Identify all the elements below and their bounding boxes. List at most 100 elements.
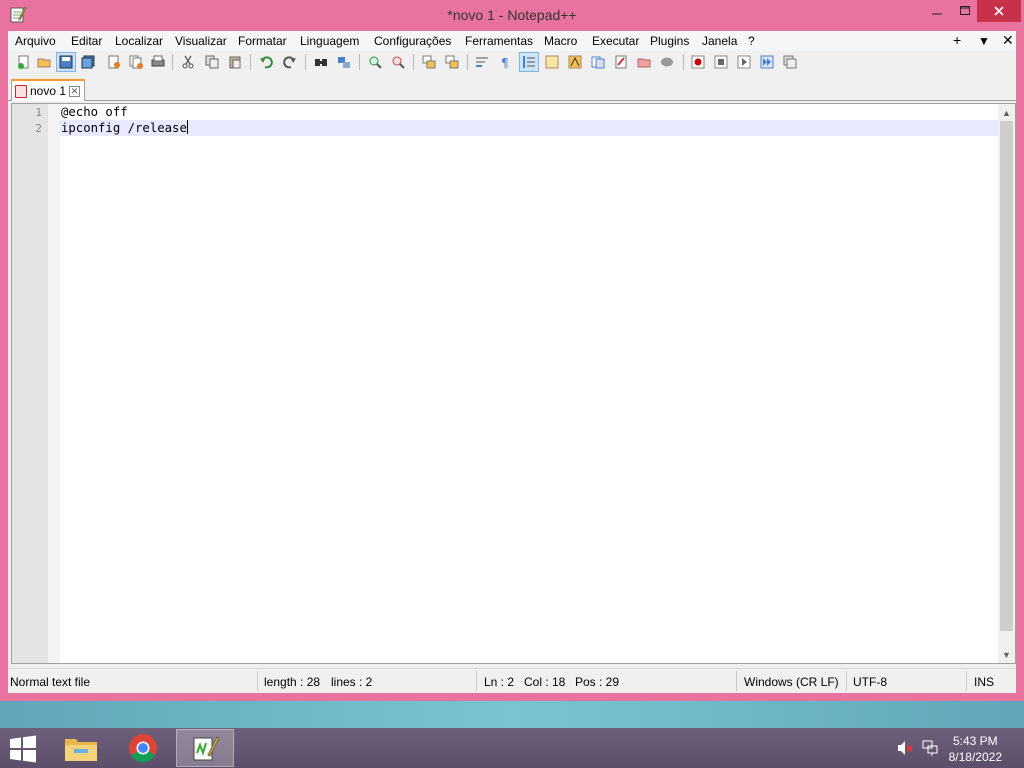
scroll-down-arrow-icon[interactable]: ▼ xyxy=(998,646,1015,663)
close-window-button[interactable] xyxy=(977,0,1021,22)
close-doc-button[interactable]: ✕ xyxy=(1002,32,1014,49)
panel-button[interactable] xyxy=(634,52,654,72)
scroll-thumb[interactable] xyxy=(1000,121,1013,631)
volume-muted-icon[interactable] xyxy=(896,739,914,757)
status-divider xyxy=(846,671,847,691)
menu-formatar[interactable]: Formatar xyxy=(238,34,287,48)
doc-map-button[interactable] xyxy=(565,52,585,72)
status-file-type: Normal text file xyxy=(10,675,91,689)
windows-start-icon[interactable] xyxy=(8,734,38,764)
menu-visualizar[interactable]: Visualizar xyxy=(175,34,227,48)
print-button[interactable] xyxy=(148,52,168,72)
code-line-current[interactable]: ipconfig /release xyxy=(60,120,1000,136)
stop-record-button[interactable] xyxy=(711,52,731,72)
status-divider xyxy=(476,671,477,691)
editor-area[interactable]: 1 2 @echo off ipconfig /release ▲ ▼ xyxy=(11,103,1016,664)
notepadpp-window: *novo 1 - Notepad++ Arquivo Editar Local… xyxy=(0,0,1024,701)
function-list-icon xyxy=(591,56,605,69)
line-number: 2 xyxy=(35,122,42,135)
menu-plugins[interactable]: Plugins xyxy=(650,34,689,48)
menu-localizar[interactable]: Localizar xyxy=(115,34,163,48)
monitoring-button[interactable] xyxy=(657,52,677,72)
find-button[interactable] xyxy=(311,52,331,72)
word-wrap-button[interactable] xyxy=(472,52,492,72)
menu-configuracoes[interactable]: Configurações xyxy=(374,34,451,48)
menu-help[interactable]: ? xyxy=(748,34,755,48)
save-all-button[interactable] xyxy=(78,52,98,72)
show-all-chars-button[interactable]: ¶ xyxy=(495,52,515,72)
indent-guide-button[interactable] xyxy=(519,52,539,72)
minimize-icon xyxy=(932,13,942,15)
taskbar-notepadpp[interactable] xyxy=(176,729,234,767)
sync-horizontal-icon xyxy=(445,55,459,69)
modified-file-icon xyxy=(15,84,27,98)
status-encoding[interactable]: UTF-8 xyxy=(853,675,887,689)
status-eol[interactable]: Windows (CR LF) xyxy=(744,675,839,689)
play-macro-button[interactable] xyxy=(734,52,754,72)
status-insert-mode: INS xyxy=(974,675,995,689)
tab-list-button[interactable]: ▼ xyxy=(978,34,990,48)
menu-editar[interactable]: Editar xyxy=(71,34,102,48)
notepadpp-icon xyxy=(193,736,220,761)
new-file-button[interactable] xyxy=(14,52,34,72)
menu-janela[interactable]: Janela xyxy=(702,34,737,48)
desktop-background xyxy=(0,701,1024,728)
close-all-icon xyxy=(129,55,143,69)
paste-icon xyxy=(229,56,241,69)
replace-button[interactable] xyxy=(334,52,354,72)
tab-novo-1[interactable]: novo 1 ✕ xyxy=(11,79,85,101)
menu-macro[interactable]: Macro xyxy=(544,34,577,48)
code-line[interactable]: @echo off xyxy=(60,104,1000,120)
menu-linguagem[interactable]: Linguagem xyxy=(300,34,359,48)
copy-button[interactable] xyxy=(202,52,222,72)
undo-button[interactable] xyxy=(256,52,276,72)
folder-as-workspace-button[interactable] xyxy=(611,52,631,72)
cut-icon xyxy=(182,55,194,69)
zoom-out-button[interactable] xyxy=(388,52,408,72)
code-text: @echo off xyxy=(61,105,128,119)
open-file-button[interactable] xyxy=(34,52,54,72)
new-tab-button[interactable]: + xyxy=(953,32,961,48)
toolbar-divider xyxy=(413,54,414,70)
paste-button[interactable] xyxy=(225,52,245,72)
taskbar-file-explorer[interactable] xyxy=(52,729,110,767)
stop-record-icon xyxy=(714,55,728,69)
new-file-icon xyxy=(18,55,29,69)
record-macro-button[interactable] xyxy=(688,52,708,72)
vertical-scrollbar[interactable]: ▲ ▼ xyxy=(998,104,1015,663)
menu-executar[interactable]: Executar xyxy=(592,34,639,48)
indent-guide-icon xyxy=(523,56,535,68)
text-caret xyxy=(186,120,188,134)
menu-arquivo[interactable]: Arquivo xyxy=(15,34,56,48)
fold-margin xyxy=(48,104,60,663)
title-bar[interactable]: *novo 1 - Notepad++ xyxy=(0,0,1024,31)
sync-vertical-button[interactable] xyxy=(419,52,439,72)
sync-horizontal-button[interactable] xyxy=(442,52,462,72)
save-button[interactable] xyxy=(56,52,76,72)
word-wrap-icon xyxy=(476,57,488,67)
zoom-in-button[interactable] xyxy=(365,52,385,72)
run-macro-multiple-button[interactable] xyxy=(757,52,777,72)
status-length: length : 28 xyxy=(264,675,321,689)
scroll-up-arrow-icon[interactable]: ▲ xyxy=(998,104,1015,121)
toolbar-divider xyxy=(305,54,306,70)
function-list-button[interactable] xyxy=(588,52,608,72)
udl-button[interactable] xyxy=(542,52,562,72)
clock-time: 5:43 PM xyxy=(952,734,998,748)
tab-close-icon[interactable]: ✕ xyxy=(69,85,81,97)
system-clock[interactable]: 5:43 PM 8/18/2022 xyxy=(949,733,1002,765)
close-button[interactable] xyxy=(104,52,124,72)
monitoring-icon xyxy=(661,57,673,67)
status-col: Col : 18 xyxy=(524,675,566,689)
status-ln: Ln : 2 xyxy=(484,675,515,689)
redo-button[interactable] xyxy=(280,52,300,72)
close-all-button[interactable] xyxy=(126,52,146,72)
menu-ferramentas[interactable]: Ferramentas xyxy=(465,34,533,48)
save-macro-button[interactable] xyxy=(780,52,800,72)
close-icon xyxy=(108,55,120,69)
cut-button[interactable] xyxy=(178,52,198,72)
copy-icon xyxy=(205,55,219,69)
zoom-in-icon xyxy=(369,56,382,69)
taskbar-chrome[interactable] xyxy=(114,729,172,767)
network-icon[interactable] xyxy=(921,739,939,757)
